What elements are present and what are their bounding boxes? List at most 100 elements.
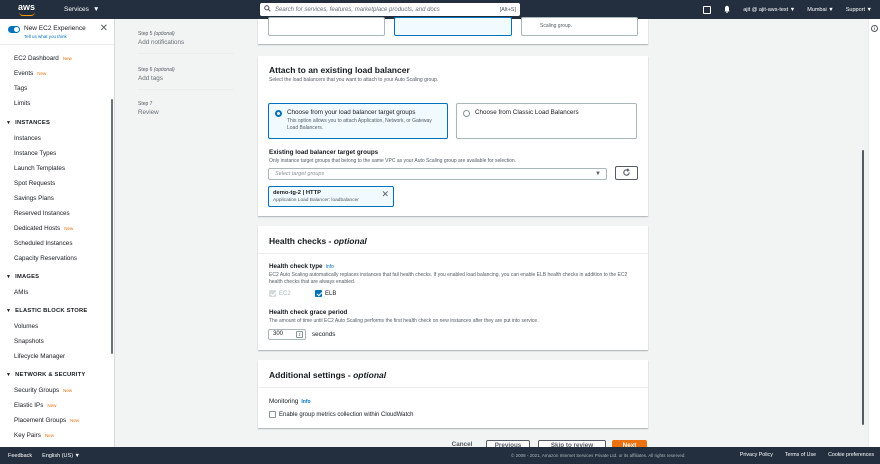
sidebar-item-label: Security Groups <box>14 387 60 394</box>
health-checks-panel: Health checks - optional Health check ty… <box>258 226 648 350</box>
info-icon[interactable]: i <box>871 25 878 32</box>
sidebar-item-launch-templates[interactable]: Launch Templates <box>0 161 114 176</box>
remove-token-icon[interactable]: ✕ <box>381 189 389 200</box>
feedback-link[interactable]: Tell us what you think <box>24 34 86 39</box>
terms-link[interactable]: Terms of Use <box>785 452 816 458</box>
footer: Feedback English (US) ▼ © 2008 - 2021, A… <box>0 447 880 464</box>
elb-checkbox[interactable] <box>315 290 322 297</box>
region-menu[interactable]: Mumbai ▼ <box>807 7 834 13</box>
new-badge: New <box>62 56 72 61</box>
refresh-icon <box>622 167 631 179</box>
sidebar-section-title: INSTANCES <box>15 120 51 126</box>
ec2-checkbox <box>269 290 276 297</box>
grace-period-desc: The amount of time until EC2 Auto Scalin… <box>269 318 539 324</box>
info-link[interactable]: Info <box>326 264 334 270</box>
step-6-name: Add tags <box>138 75 163 82</box>
support-label: Support <box>845 6 866 13</box>
sidebar-item-scheduled-instances[interactable]: Scheduled Instances <box>0 236 114 251</box>
step-7-name: Review <box>138 109 159 116</box>
caret-down-icon: ▼ <box>6 308 12 314</box>
sidebar-item-elastic-ips[interactable]: Elastic IPs New <box>0 398 114 413</box>
sidebar-item-security-groups[interactable]: Security Groups New <box>0 383 114 398</box>
sidebar-item-ec2-dashboard[interactable]: EC2 Dashboard New <box>0 51 114 66</box>
sidebar-item-key-pairs[interactable]: Key Pairs New <box>0 428 114 443</box>
bell-icon[interactable] <box>723 5 731 15</box>
privacy-link[interactable]: Privacy Policy <box>740 452 773 458</box>
sidebar-item-limits[interactable]: Limits <box>0 96 114 111</box>
sidebar-item-placement-groups[interactable]: Placement Groups New <box>0 413 114 428</box>
sidebar-item-volumes[interactable]: Volumes <box>0 319 114 334</box>
refresh-button[interactable] <box>615 166 638 180</box>
sidebar-section-elastic-block-store[interactable]: ▼ ELASTIC BLOCK STORE <box>0 304 114 319</box>
classic-lb-radio[interactable] <box>463 110 470 117</box>
search-icon <box>264 5 271 14</box>
grace-period-input[interactable]: 300 ⇕ <box>268 329 306 340</box>
caret-down-icon: ▼ <box>92 6 100 13</box>
sidebar-item-label: Events <box>14 70 34 77</box>
search-input[interactable]: Search for services, features, marketpla… <box>260 3 520 16</box>
sidebar-item-amis[interactable]: AMIs <box>0 285 114 300</box>
target-group-token: demo-tg-2 | HTTP Application Load Balanc… <box>268 186 394 207</box>
cloudshell-icon[interactable] <box>703 5 712 14</box>
caret-down-icon: ▼ <box>6 120 12 126</box>
divider <box>258 253 648 254</box>
monitoring-text: Monitoring <box>269 398 299 405</box>
feedback-link[interactable]: Feedback <box>8 453 32 459</box>
sidebar-item-snapshots[interactable]: Snapshots <box>0 334 114 349</box>
sidebar-item-label: Capacity Reservations <box>14 255 77 262</box>
step-6-optional: (optional) <box>153 67 175 73</box>
sidebar-section-network-security[interactable]: ▼ NETWORK & SECURITY <box>0 368 114 383</box>
sidebar-section-title: NETWORK & SECURITY <box>15 372 86 378</box>
ec2-label: EC2 <box>279 290 291 297</box>
services-menu[interactable]: Services ▼ <box>64 6 99 13</box>
sidebar-section-images[interactable]: ▼ IMAGES <box>0 270 114 285</box>
account-menu[interactable]: ajit @ ajit-aws-test ▼ <box>743 7 795 13</box>
ec2-checkbox-row[interactable]: EC2 <box>269 290 291 297</box>
new-experience-toggle[interactable] <box>8 26 20 33</box>
info-link[interactable]: Info <box>301 399 310 405</box>
sidebar-section-instances[interactable]: ▼ INSTANCES <box>0 116 114 131</box>
sidebar-item-savings-plans[interactable]: Savings Plans <box>0 191 114 206</box>
elb-checkbox-row[interactable]: ELB <box>315 290 336 297</box>
page-scrollbar[interactable] <box>862 150 864 425</box>
target-groups-radio[interactable] <box>275 110 282 117</box>
option-tile-text: Scaling group. <box>540 23 572 29</box>
cookie-link[interactable]: Cookie preferences <box>828 452 874 458</box>
new-badge: New <box>70 418 80 423</box>
sidebar-item-reserved-instances[interactable]: Reserved Instances <box>0 206 114 221</box>
target-groups-option-desc: This option allows you to attach Applica… <box>287 118 432 131</box>
sidebar-item-instances[interactable]: Instances <box>0 131 114 146</box>
sidebar-item-lifecycle-manager[interactable]: Lifecycle Manager <box>0 349 114 364</box>
option-tile-selected[interactable] <box>394 17 512 36</box>
sidebar-scrollbar[interactable] <box>111 99 113 354</box>
target-groups-select[interactable]: Select target groups ▼ <box>268 168 607 180</box>
cloudwatch-checkbox[interactable] <box>269 411 276 418</box>
step-5-name: Add notifications <box>138 39 185 46</box>
option-tile[interactable] <box>268 17 385 36</box>
cloudwatch-checkbox-row[interactable]: Enable group metrics collection within C… <box>269 411 414 418</box>
classic-lb-option[interactable]: Choose from Classic Load Balancers <box>456 103 637 139</box>
aws-logo-text: aws <box>18 2 36 12</box>
step-divider <box>138 53 234 54</box>
nav-right: ajit @ ajit-aws-test ▼ Mumbai ▼ Support … <box>703 0 872 19</box>
aws-logo[interactable]: aws <box>16 0 44 19</box>
target-groups-option[interactable]: Choose from your load balancer target gr… <box>268 103 448 139</box>
sidebar-item-spot-requests[interactable]: Spot Requests <box>0 176 114 191</box>
stepper-icon[interactable]: ⇕ <box>296 331 303 338</box>
sidebar-item-instance-types[interactable]: Instance Types <box>0 146 114 161</box>
copyright: © 2008 - 2021, Amazon Internet Services … <box>511 453 686 458</box>
sidebar-item-label: Lifecycle Manager <box>14 353 66 360</box>
load-balancer-panel: Attach to an existing load balancer Sele… <box>258 56 648 216</box>
sidebar-item-capacity-reservations[interactable]: Capacity Reservations <box>0 251 114 266</box>
sidebar-item-dedicated-hosts[interactable]: Dedicated Hosts New <box>0 221 114 236</box>
language-selector[interactable]: English (US) ▼ <box>42 453 80 459</box>
sidebar-item-label: Elastic IPs <box>14 402 44 409</box>
option-tile[interactable]: Scaling group. <box>521 17 638 36</box>
classic-lb-option-title: Choose from Classic Load Balancers <box>475 109 579 116</box>
elb-label: ELB <box>325 290 337 297</box>
support-menu[interactable]: Support ▼ <box>846 7 872 13</box>
language-label: English (US) <box>42 452 74 459</box>
sidebar-item-events[interactable]: Events New <box>0 66 114 81</box>
sidebar-item-tags[interactable]: Tags <box>0 81 114 96</box>
close-icon[interactable]: ✕ <box>100 24 108 34</box>
